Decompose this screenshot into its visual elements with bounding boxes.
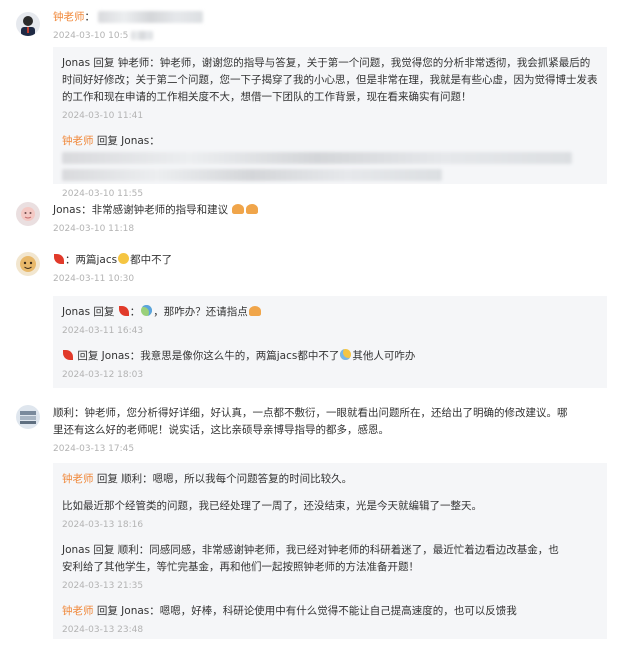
comment-time: 2024-03-10 11:18 [53, 224, 135, 234]
avatar-teacher-icon [16, 12, 40, 36]
reply-item: Jonas 回复 钟老师：钟老师，谢谢您的指导与答复，关于第一个问题，我觉得您的… [62, 55, 598, 123]
comment-text: ：两篇jacs [65, 254, 118, 266]
comment-text: 里还有这么好的老师呢！说实话，这比亲硕导亲博导指导的都多，感恩。 [53, 424, 389, 436]
reply-time: 2024-03-13 18:16 [62, 520, 144, 530]
tears-of-joy-icon [340, 349, 352, 360]
reply-text: 安利给了其他学生，等忙完基金，再和他们一起按照钟老师的方法准备开题！ [62, 561, 419, 573]
reply-thread: Jonas 回复 钟老师：钟老师，谢谢您的指导与答复，关于第一个问题，我觉得您的… [53, 47, 607, 199]
reply-author[interactable]: 钟老师 [62, 473, 94, 485]
blurred-text [98, 11, 204, 23]
avatar-shunli[interactable] [16, 405, 40, 429]
comment-time: 2024-03-11 10:30 [53, 274, 135, 284]
pray-icon [248, 306, 261, 316]
maple-leaf-icon [63, 350, 73, 360]
reply-thread: 钟老师 回复 顺利：嗯嗯，所以我每个问题答复的时间比较久。 比如最近那个经管类的… [53, 463, 607, 639]
avatar-teacher[interactable] [16, 12, 40, 36]
reply-text: 回复 Jonas：我意思是像你这么牛的，两篇jacs都中不了 [77, 350, 340, 362]
reply-item: 钟老师 回复 Jonas： 2024-03-10 11:55 [62, 133, 598, 201]
sweat-smile-icon [141, 305, 153, 316]
reply-text: Jonas 回复 顺利：同感同感，非常感谢钟老师，我已经对钟老师的科研着迷了，最… [62, 544, 559, 556]
reply-text: 比如最近那个经管类的问题，我已经处理了一周了，还没结束，光是今天就编辑了一整天。 [62, 500, 482, 512]
reply-item: 钟老师 回复 顺利：嗯嗯，所以我每个问题答复的时间比较久。 比如最近那个经管类的… [62, 471, 598, 532]
reply-time: 2024-03-10 11:55 [62, 189, 144, 199]
reply-item: Jonas 回复 ：，那咋办？还请指点 2024-03-11 16:43 [62, 304, 598, 338]
reply-time: 2024-03-10 11:41 [62, 111, 144, 121]
avatar-jonas-icon [16, 202, 40, 226]
comment-author[interactable]: 钟老师 [53, 11, 85, 23]
maple-leaf-icon [54, 254, 64, 264]
comment-author[interactable]: Jonas [53, 204, 81, 216]
avatar-user-3[interactable] [16, 252, 40, 276]
comment-time: 2024-03-13 17:45 [53, 444, 135, 454]
reply-author[interactable]: 钟老师 [62, 605, 94, 617]
blurred-text [131, 31, 154, 40]
pray-icon [246, 204, 259, 214]
comment-text: ：钟老师，您分析得好详细，好认真，一点都不敷衍，一眼就看出问题所在，还给出了明确… [74, 407, 568, 419]
avatar-user-3-icon [16, 252, 40, 276]
maple-leaf-icon [118, 306, 129, 316]
comment-time: 2024-03-10 10:5 [53, 29, 612, 43]
blurred-text [62, 152, 572, 164]
reply-author[interactable]: Jonas 回复 [62, 306, 114, 318]
comment-author[interactable]: 顺利 [53, 407, 74, 419]
pray-icon [232, 204, 245, 214]
reply-text: Jonas 回复 钟老师：钟老师，谢谢您的指导与答复，关于第一个问题，我觉得您的… [62, 57, 598, 103]
reply-time: 2024-03-12 18:03 [62, 370, 144, 380]
reply-time: 2024-03-11 16:43 [62, 326, 144, 336]
blurred-text [62, 169, 442, 181]
reply-time: 2024-03-13 21:35 [62, 581, 144, 591]
reply-author[interactable]: 钟老师 [62, 135, 94, 147]
avatar-jonas[interactable] [16, 202, 40, 226]
smile-icon [118, 253, 130, 264]
reply-time: 2024-03-13 23:48 [62, 625, 144, 635]
reply-thread: Jonas 回复 ：，那咋办？还请指点 2024-03-11 16:43 回复 … [53, 296, 607, 388]
comment-text: ：非常感谢钟老师的指导和建议 [81, 204, 229, 216]
reply-item: 钟老师 回复 Jonas：嗯嗯，好棒，科研论使用中有什么觉得不能让自己提高速度的… [62, 603, 598, 637]
reply-item: 回复 Jonas：我意思是像你这么牛的，两篇jacs都中不了 其他人可咋办 202… [62, 348, 598, 382]
avatar-shunli-icon [16, 405, 40, 429]
reply-item: Jonas 回复 顺利：同感同感，非常感谢钟老师，我已经对钟老师的科研着迷了，最… [62, 542, 598, 593]
